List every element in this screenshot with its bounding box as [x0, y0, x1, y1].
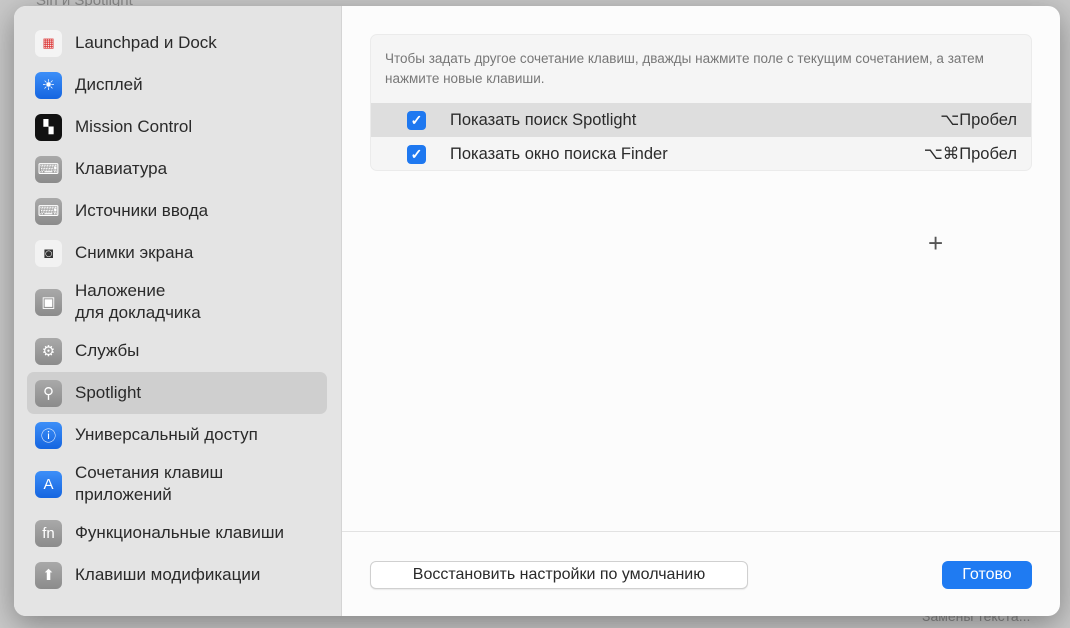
- sidebar-item-label: Клавиши модификации: [75, 565, 261, 584]
- sidebar-item-label: Сочетания клавиш приложений: [75, 462, 223, 506]
- sidebar-item-keyboard[interactable]: ⌨ Клавиатура: [27, 148, 327, 190]
- sidebar-item-display[interactable]: ☀ Дисплей: [27, 64, 327, 106]
- shortcuts-list: Чтобы задать другое сочетание клавиш, дв…: [370, 34, 1032, 171]
- shortcut-label: Показать окно поиска Finder: [450, 144, 668, 163]
- footer: Восстановить настройки по умолчанию Гото…: [342, 531, 1060, 616]
- label-line1: Сочетания клавиш: [75, 463, 224, 482]
- restore-defaults-button[interactable]: Восстановить настройки по умолчанию: [370, 561, 748, 589]
- shortcut-keys[interactable]: ⌥Пробел: [940, 110, 1017, 130]
- sidebar-item-mission-control[interactable]: ▚ Mission Control: [27, 106, 327, 148]
- mission-control-icon: ▚: [35, 113, 62, 141]
- checkbox[interactable]: ✓: [407, 144, 426, 164]
- app-shortcuts-icon: A: [35, 470, 62, 498]
- shortcut-keys[interactable]: ⌥⌘Пробел: [924, 144, 1017, 164]
- spotlight-icon: ⚲: [35, 379, 62, 407]
- sidebar-item-spotlight[interactable]: ⚲ Spotlight: [27, 372, 327, 414]
- sidebar: ▦ Launchpad и Dock ☀ Дисплей ▚ Mission Cont…: [14, 6, 342, 616]
- keyboard-icon: ⌨: [35, 155, 62, 183]
- sidebar-item-label: Launchpad и Dock: [75, 33, 217, 52]
- label-line2: приложений: [75, 485, 172, 504]
- sidebar-item-label: Снимки экрана: [75, 243, 194, 262]
- sidebar-item-launchpad[interactable]: ▦ Launchpad и Dock: [27, 22, 327, 64]
- sidebar-item-label: Дисплей: [75, 75, 143, 94]
- screenshot-icon: ◙: [35, 239, 62, 267]
- shortcut-row[interactable]: ✓ Показать поиск Spotlight ⌥Пробел: [371, 103, 1031, 137]
- sidebar-item-label: Службы: [75, 341, 140, 360]
- sidebar-item-screenshots[interactable]: ◙ Снимки экрана: [27, 232, 327, 274]
- keyboard-shortcuts-dialog: ▦ Launchpad и Dock ☀ Дисплей ▚ Mission Cont…: [14, 6, 1060, 616]
- sidebar-item-label: Клавиатура: [75, 159, 168, 178]
- label-line2: для докладчика: [75, 303, 201, 322]
- sidebar-item-label: Источники ввода: [75, 201, 209, 220]
- presenter-overlay-icon: ▣: [35, 288, 62, 316]
- sidebar-item-accessibility[interactable]: ⓘ Универсальный доступ: [27, 414, 327, 456]
- sidebar-item-modifier-keys[interactable]: ⬆ Клавиши модификации: [27, 554, 327, 596]
- sidebar-item-function-keys[interactable]: fn Функциональные клавиши: [27, 512, 327, 554]
- add-icon[interactable]: +: [928, 228, 943, 259]
- checkbox[interactable]: ✓: [407, 110, 426, 130]
- services-icon: ⚙: [35, 337, 62, 365]
- sidebar-item-presenter-overlay[interactable]: ▣ Наложение для докладчика: [27, 274, 327, 330]
- sidebar-item-label: Универсальный доступ: [75, 425, 258, 444]
- sidebar-item-label: Spotlight: [75, 383, 142, 402]
- sidebar-item-services[interactable]: ⚙ Службы: [27, 330, 327, 372]
- launchpad-icon: ▦: [35, 29, 62, 57]
- input-sources-icon: ⌨: [35, 197, 62, 225]
- sidebar-item-app-shortcuts[interactable]: A Сочетания клавиш приложений: [27, 456, 327, 512]
- sidebar-item-label: Наложение для докладчика: [75, 280, 201, 324]
- modifier-keys-icon: ⬆: [35, 561, 62, 589]
- done-button[interactable]: Готово: [942, 561, 1032, 589]
- fn-icon: fn: [35, 519, 62, 547]
- label-line1: Наложение: [75, 281, 166, 300]
- main-panel: Чтобы задать другое сочетание клавиш, дв…: [342, 6, 1060, 616]
- shortcut-row[interactable]: ✓ Показать окно поиска Finder ⌥⌘Пробел: [371, 137, 1031, 171]
- accessibility-icon: ⓘ: [35, 421, 62, 449]
- sidebar-item-label: Функциональные клавиши: [75, 523, 285, 542]
- sidebar-item-label: Mission Control: [75, 117, 193, 136]
- sidebar-item-input-sources[interactable]: ⌨ Источники ввода: [27, 190, 327, 232]
- display-icon: ☀: [35, 71, 62, 99]
- shortcut-label: Показать поиск Spotlight: [450, 110, 637, 129]
- hint-text: Чтобы задать другое сочетание клавиш, дв…: [385, 51, 984, 86]
